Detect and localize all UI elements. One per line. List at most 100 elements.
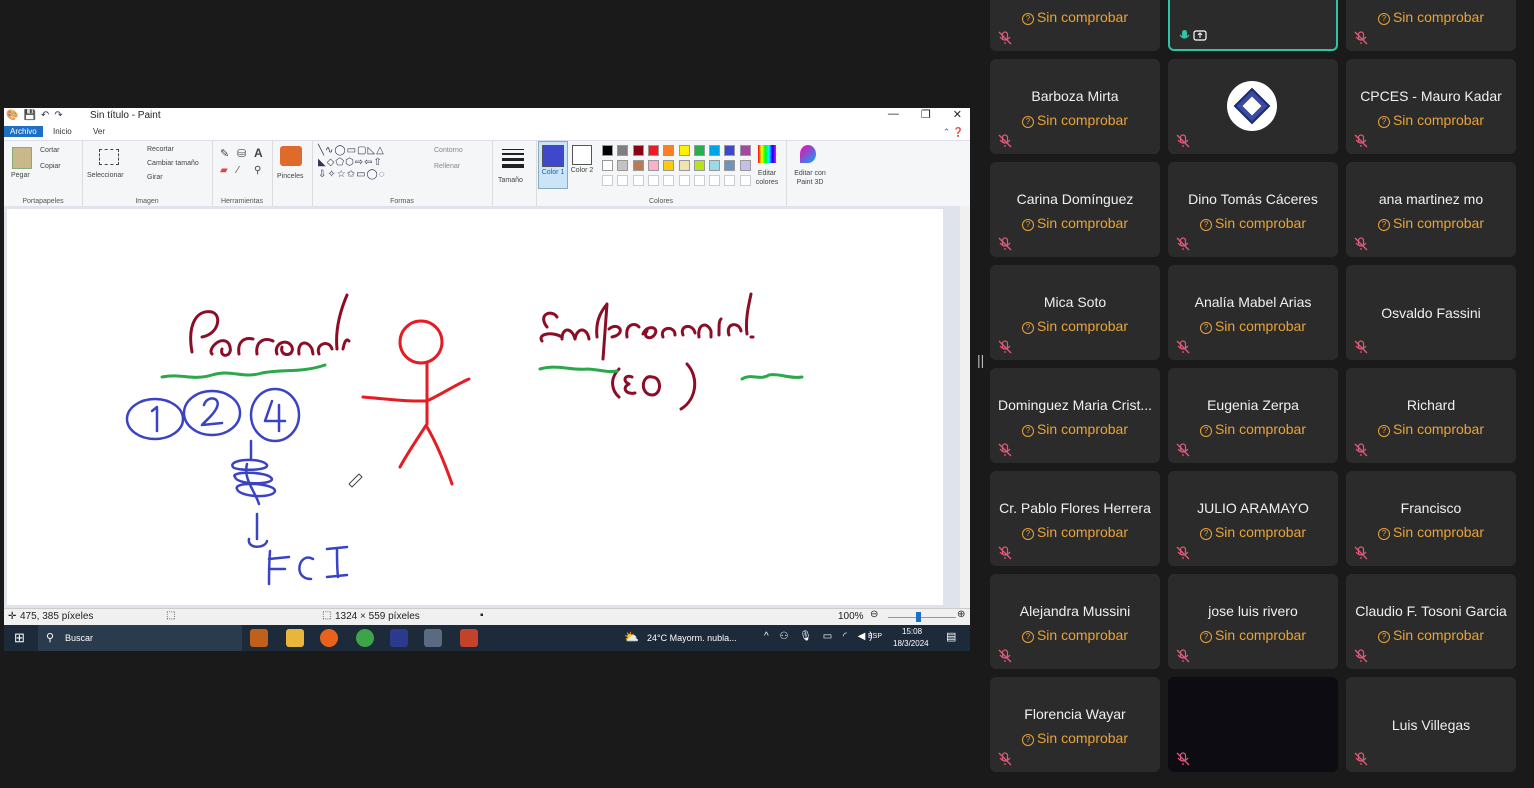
palette-swatch-empty[interactable] bbox=[678, 175, 690, 186]
color1-button[interactable]: Color 1 bbox=[538, 141, 568, 189]
palette-swatch[interactable] bbox=[678, 160, 690, 171]
palette-swatch[interactable] bbox=[678, 145, 690, 156]
outline-button[interactable]: Contorno bbox=[434, 147, 463, 154]
chrome-icon[interactable] bbox=[356, 629, 374, 647]
brushes-button[interactable]: Pinceles bbox=[277, 173, 303, 180]
panel-resize-handle[interactable]: || bbox=[977, 352, 984, 376]
clock-date[interactable]: 18/3/2024 bbox=[893, 639, 929, 648]
vertical-scrollbar[interactable] bbox=[960, 206, 970, 608]
zoom-in-icon[interactable]: ⊕ bbox=[957, 609, 965, 620]
size-button[interactable]: Tamaño bbox=[498, 177, 523, 184]
eraser-icon[interactable]: ▰ bbox=[220, 165, 228, 176]
palette-swatch[interactable] bbox=[632, 160, 644, 171]
participant-tile[interactable]: Luis Villegas bbox=[1346, 677, 1516, 772]
palette-swatch-empty[interactable] bbox=[709, 175, 721, 186]
participant-tile[interactable]: ? Sin comprobar bbox=[1346, 0, 1516, 51]
palette-swatch[interactable] bbox=[602, 160, 613, 171]
zoom-slider-thumb[interactable] bbox=[916, 612, 921, 622]
palette-swatch[interactable] bbox=[617, 145, 629, 156]
fill-button[interactable]: Rellenar bbox=[434, 163, 460, 170]
palette-swatch-empty[interactable] bbox=[663, 175, 675, 186]
participant-tile[interactable]: ana martinez mo? Sin comprobar bbox=[1346, 162, 1516, 257]
palette-swatch[interactable] bbox=[663, 160, 675, 171]
participant-tile[interactable]: Alejandra Mussini? Sin comprobar bbox=[990, 574, 1160, 669]
undo-icon[interactable]: ↶ bbox=[41, 110, 49, 121]
participant-tile[interactable]: CPCES - Mauro Kadar? Sin comprobar bbox=[1346, 59, 1516, 154]
participant-tile[interactable]: jose luis rivero? Sin comprobar bbox=[1168, 574, 1338, 669]
participant-tile[interactable]: Osvaldo Fassini bbox=[1346, 265, 1516, 360]
palette-swatch[interactable] bbox=[647, 145, 659, 156]
palette-swatch[interactable] bbox=[709, 160, 721, 171]
palette-swatch[interactable] bbox=[632, 145, 644, 156]
rotate-button[interactable]: Girar bbox=[147, 174, 163, 181]
language-indicator[interactable]: ESP bbox=[868, 633, 882, 640]
weather-text[interactable]: 24°C Mayorm. nubla... bbox=[647, 633, 737, 643]
participant-tile[interactable]: Florencia Wayar? Sin comprobar bbox=[990, 677, 1160, 772]
palette-swatch-empty[interactable] bbox=[632, 175, 644, 186]
zoom-out-icon[interactable]: ⊖ bbox=[870, 609, 878, 620]
tab-view[interactable]: Ver bbox=[93, 127, 105, 136]
paint-taskbar-icon[interactable] bbox=[424, 629, 442, 647]
participant-tile[interactable]: richard bbox=[1168, 0, 1338, 51]
palette-swatch-empty[interactable] bbox=[617, 175, 629, 186]
minimize-icon[interactable]: — bbox=[888, 108, 899, 121]
clock-time[interactable]: 15:08 bbox=[902, 627, 922, 636]
participant-tile[interactable]: Claudio F. Tosoni Garcia? Sin comprobar bbox=[1346, 574, 1516, 669]
palette-swatch[interactable] bbox=[602, 145, 613, 156]
palette-swatch-empty[interactable] bbox=[724, 175, 736, 186]
palette-swatch-empty[interactable] bbox=[602, 175, 613, 186]
participant-tile[interactable]: Dino Tomás Cáceres? Sin comprobar bbox=[1168, 162, 1338, 257]
palette-swatch[interactable] bbox=[647, 160, 659, 171]
text-icon[interactable]: A bbox=[254, 146, 263, 160]
webex-icon[interactable] bbox=[390, 629, 408, 647]
save-icon[interactable]: 💾 bbox=[23, 110, 35, 121]
shapes-gallery[interactable]: ╲∿◯▭▢◺△ ◣◇⬠⬡⇨⇦⇧ ⇩✧☆✩▭◯◌ bbox=[318, 145, 426, 185]
crop-button[interactable]: Recortar bbox=[147, 146, 174, 153]
palette-swatch-empty[interactable] bbox=[647, 175, 659, 186]
resize-button[interactable]: Cambiar tamaño bbox=[147, 160, 199, 167]
tab-home[interactable]: Inicio bbox=[53, 127, 72, 136]
firefox-icon[interactable] bbox=[320, 629, 338, 647]
drawing-canvas[interactable] bbox=[7, 209, 943, 605]
palette-swatch[interactable] bbox=[693, 145, 705, 156]
color-picker-icon[interactable]: ⁄ bbox=[237, 165, 239, 176]
participant-tile[interactable]: Cr. Pablo Flores Herrera? Sin comprobar bbox=[990, 471, 1160, 566]
help-icon[interactable]: ⌃ ❓ bbox=[943, 127, 964, 138]
edit-paint3d-button[interactable]: Editar con Paint 3D bbox=[790, 169, 830, 187]
participant-tile[interactable] bbox=[1168, 59, 1338, 154]
participant-tile[interactable]: Eugenia Zerpa? Sin comprobar bbox=[1168, 368, 1338, 463]
redo-icon[interactable]: ↷ bbox=[54, 110, 62, 121]
participant-tile[interactable]: ? Sin comprobar bbox=[990, 0, 1160, 51]
participant-tile[interactable]: Francisco? Sin comprobar bbox=[1346, 471, 1516, 566]
select-button[interactable]: Seleccionar bbox=[87, 172, 124, 179]
copy-button[interactable]: Copiar bbox=[40, 163, 61, 170]
fill-icon[interactable]: ⛁ bbox=[237, 147, 246, 160]
palette-swatch-empty[interactable] bbox=[693, 175, 705, 186]
participant-tile[interactable]: JULIO ARAMAYO? Sin comprobar bbox=[1168, 471, 1338, 566]
pencil-icon[interactable]: ✎ bbox=[220, 147, 229, 160]
palette-swatch[interactable] bbox=[739, 145, 751, 156]
participant-tile[interactable]: Analía Mabel Arias? Sin comprobar bbox=[1168, 265, 1338, 360]
participant-tile[interactable]: Richard? Sin comprobar bbox=[1346, 368, 1516, 463]
color2-button[interactable]: Color 2 bbox=[569, 141, 595, 187]
search-box[interactable]: ⚲ Buscar bbox=[38, 625, 242, 651]
palette-swatch[interactable] bbox=[739, 160, 751, 171]
windows-start-icon[interactable]: ⊞ bbox=[14, 630, 25, 646]
palette-swatch[interactable] bbox=[663, 145, 675, 156]
cut-button[interactable]: Cortar bbox=[40, 147, 59, 154]
system-tray-icons[interactable]: ^ ⚇ 🎙 ▭ ◜ ◀) bbox=[764, 631, 877, 642]
close-icon[interactable]: ✕ bbox=[953, 108, 962, 121]
participant-tile[interactable]: Dominguez Maria Crist...? Sin comprobar bbox=[990, 368, 1160, 463]
participant-tile[interactable] bbox=[1168, 677, 1338, 772]
notifications-icon[interactable]: ▤ bbox=[946, 630, 956, 643]
participant-tile[interactable]: Carina Domínguez? Sin comprobar bbox=[990, 162, 1160, 257]
participant-tile[interactable]: Barboza Mirta? Sin comprobar bbox=[990, 59, 1160, 154]
paste-button[interactable]: Pegar bbox=[11, 172, 30, 179]
edge-icon[interactable] bbox=[250, 629, 268, 647]
tab-file[interactable]: Archivo bbox=[4, 126, 43, 137]
palette-swatch[interactable] bbox=[709, 145, 721, 156]
magnifier-icon[interactable]: ⚲ bbox=[254, 165, 261, 176]
maximize-icon[interactable]: ❐ bbox=[921, 108, 931, 121]
participant-tile[interactable]: Mica Soto? Sin comprobar bbox=[990, 265, 1160, 360]
file-explorer-icon[interactable] bbox=[286, 629, 304, 647]
